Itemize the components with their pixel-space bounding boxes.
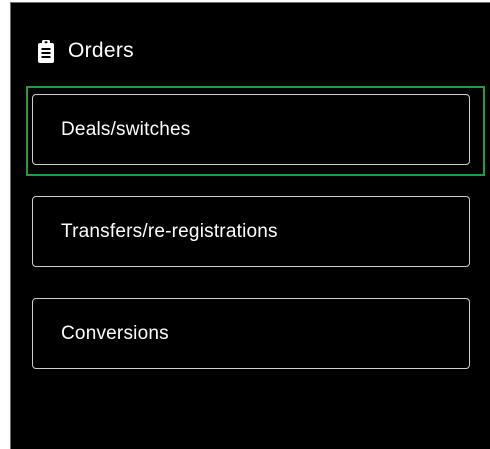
panel-header: Orders [38, 37, 134, 65]
clipboard-icon [38, 39, 54, 63]
menu-item-deals-switches[interactable]: Deals/switches [32, 94, 470, 165]
menu-item-transfers-re-registrations[interactable]: Transfers/re-registrations [32, 196, 470, 267]
page-title: Orders [68, 39, 134, 62]
orders-panel: Orders Deals/switches Transfers/re-regis… [10, 2, 490, 449]
menu-item-conversions[interactable]: Conversions [32, 298, 470, 369]
